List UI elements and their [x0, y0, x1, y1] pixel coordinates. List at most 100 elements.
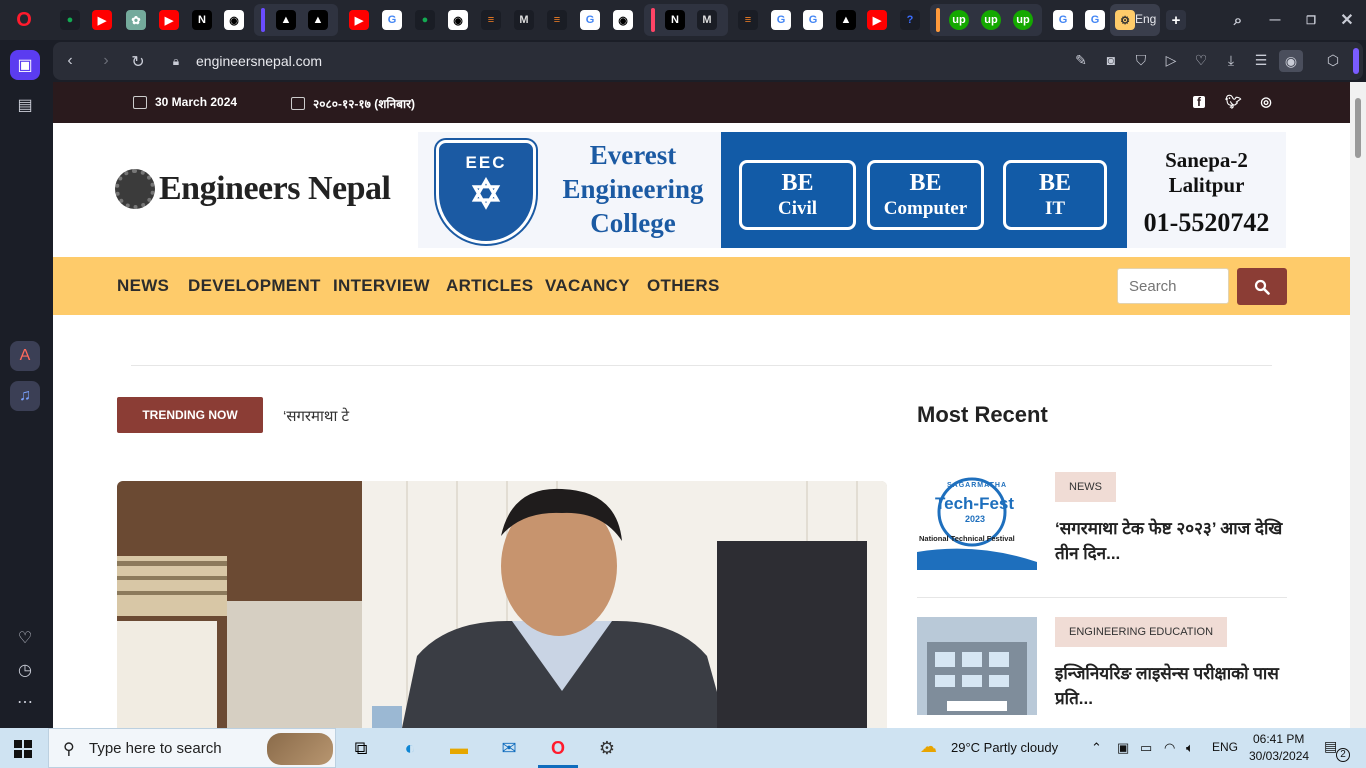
clock-time[interactable]: 06:41 PM — [1253, 732, 1304, 746]
windows-start-icon[interactable] — [14, 740, 32, 758]
url-box[interactable]: ‹ › ↻ 🔒︎ engineersnepal.com ✎ ◙ ⛉ ▷ ♡ ⤓ … — [53, 42, 1363, 80]
tab-mongodb-icon[interactable]: ● — [60, 10, 80, 30]
mail-icon[interactable]: ✉ — [494, 734, 524, 762]
task-view-icon[interactable]: ⧉ — [346, 734, 376, 762]
camera-icon[interactable]: ◙ — [1101, 52, 1121, 68]
nav-development[interactable]: DEVELOPMENT — [188, 276, 321, 296]
category-badge[interactable]: ENGINEERING EDUCATION — [1055, 617, 1228, 647]
tab-google-icon[interactable]: G — [1085, 10, 1105, 30]
featured-article-image[interactable] — [117, 481, 887, 728]
edge-icon[interactable]: ◐ — [395, 734, 425, 762]
tab-upwork-icon[interactable]: up — [949, 10, 969, 30]
send-icon[interactable]: ▷ — [1161, 52, 1181, 69]
clock-date[interactable]: 30/03/2024 — [1249, 749, 1309, 763]
extensions-cube-icon[interactable]: ⬡ — [1323, 52, 1343, 69]
recent-article-thumbnail[interactable]: SAGARMATHA Tech-Fest 2023 National Techn… — [917, 472, 1037, 570]
scrollbar-thumb[interactable] — [1355, 98, 1361, 158]
weather-icon[interactable]: ☁ — [920, 737, 937, 757]
tab-github-icon[interactable]: ◉ — [448, 10, 468, 30]
tab-medium-icon[interactable]: M — [514, 10, 534, 30]
tab-vercel-icon[interactable]: ▲ — [276, 10, 296, 30]
settings-icon[interactable]: ⚙ — [592, 734, 622, 762]
music-player-icon[interactable]: ♫ — [10, 381, 40, 411]
category-badge[interactable]: NEWS — [1055, 472, 1116, 502]
opera-logo-icon[interactable]: O — [14, 9, 34, 31]
tab-nextjs-icon[interactable]: N — [192, 10, 212, 30]
tab-google-icon[interactable]: G — [580, 10, 600, 30]
page-scrollbar[interactable] — [1350, 82, 1366, 728]
tab-stackoverflow-icon[interactable]: ≡ — [738, 10, 758, 30]
taskbar-search[interactable]: ⚲ Type here to search — [48, 728, 336, 768]
reload-icon[interactable]: ↻ — [128, 52, 148, 72]
nav-others[interactable]: OTHERS — [647, 276, 720, 296]
tab-github-icon[interactable]: ◉ — [224, 10, 244, 30]
volume-icon[interactable]: 🔈︎ — [1186, 740, 1194, 756]
tab-upwork-icon[interactable]: up — [1013, 10, 1033, 30]
download-icon[interactable]: ⤓ — [1221, 52, 1241, 69]
tab-youtube-icon[interactable]: ▶ — [92, 10, 112, 30]
trending-ticker[interactable]: ‘सगरमाथा टे — [283, 406, 363, 426]
tab-nextjs-icon[interactable]: N — [665, 10, 685, 30]
shield-icon[interactable]: ⛉ — [1131, 52, 1151, 69]
briefcase-icon[interactable]: ▤ — [10, 90, 40, 120]
tab-upwork-icon[interactable]: up — [981, 10, 1001, 30]
battery-icon[interactable]: ▭ — [1140, 740, 1152, 756]
opera-taskbar-icon[interactable]: O — [543, 734, 573, 762]
new-tab-icon[interactable]: + — [1166, 10, 1186, 30]
recent-article-thumbnail[interactable] — [917, 617, 1037, 715]
file-explorer-icon[interactable]: ▬ — [444, 734, 474, 762]
tab-youtube-icon[interactable]: ▶ — [349, 10, 369, 30]
active-tab-title[interactable]: Eng — [1135, 12, 1156, 26]
favorite-heart-icon[interactable]: ♡ — [1191, 52, 1211, 69]
recent-article[interactable]: ENGINEERING EDUCATION इन्जिनियरिङ लाइसेन… — [917, 617, 1287, 728]
recent-article[interactable]: SAGARMATHA Tech-Fest 2023 National Techn… — [917, 472, 1287, 582]
edit-icon[interactable]: ✎ — [1071, 52, 1091, 69]
back-icon[interactable]: ‹ — [60, 52, 80, 70]
nav-news[interactable]: NEWS — [117, 276, 169, 296]
tab-google-icon[interactable]: G — [771, 10, 791, 30]
tray-chevron-icon[interactable]: ⌃ — [1091, 740, 1102, 756]
network-icon[interactable]: ▣ — [1117, 740, 1129, 756]
instagram-icon[interactable]: ◎ — [1258, 94, 1274, 110]
tab-search-icon[interactable]: ⌕ — [1228, 10, 1248, 30]
tab-vercel-icon[interactable]: ▲ — [836, 10, 856, 30]
recent-headline[interactable]: ‘सगरमाथा टेक फेष्ट २०२३’ आज देखि तीन दिन… — [1055, 516, 1295, 566]
tab-mongodb-icon[interactable]: ● — [415, 10, 435, 30]
forward-icon[interactable]: › — [96, 52, 116, 70]
sidebar-toggle[interactable] — [1353, 48, 1359, 74]
tab-stackoverflow-icon[interactable]: ≡ — [547, 10, 567, 30]
history-icon[interactable]: ◷ — [10, 655, 40, 685]
easy-setup-icon[interactable]: ☰ — [1251, 52, 1271, 69]
tab-youtube-icon[interactable]: ▶ — [867, 10, 887, 30]
tab-stackoverflow-icon[interactable]: ≡ — [481, 10, 501, 30]
nav-articles[interactable]: ARTICLES — [446, 276, 533, 296]
tab-github-icon[interactable]: ◉ — [613, 10, 633, 30]
tab-chatgpt-icon[interactable]: ✿ — [126, 10, 146, 30]
minimize-icon[interactable]: — — [1265, 10, 1285, 30]
advertisement-banner[interactable]: EEC ✡ Everest Engineering College BE Civ… — [418, 132, 1286, 248]
more-icon[interactable]: ⋯ — [10, 687, 40, 717]
twitter-icon[interactable]: 🐦︎ — [1225, 94, 1242, 110]
search-button[interactable] — [1237, 268, 1287, 305]
tab-youtube-icon[interactable]: ▶ — [159, 10, 179, 30]
tab-medium-icon[interactable]: M — [697, 10, 717, 30]
site-logo[interactable]: Engineers Nepal — [115, 169, 391, 209]
facebook-icon[interactable]: f — [1193, 96, 1205, 109]
url-text[interactable]: engineersnepal.com — [196, 53, 322, 69]
restore-icon[interactable]: ❐ — [1301, 10, 1321, 30]
language-indicator[interactable]: ENG — [1212, 740, 1238, 754]
tab-azure-icon[interactable]: ? — [900, 10, 920, 30]
close-window-icon[interactable]: ✕ — [1337, 10, 1357, 30]
tab-vercel-icon[interactable]: ▲ — [308, 10, 328, 30]
tab-google-icon[interactable]: G — [382, 10, 402, 30]
aria-ai-icon[interactable]: A — [10, 341, 40, 371]
tab-google-icon[interactable]: G — [1053, 10, 1073, 30]
profile-icon[interactable]: ◉ — [1279, 50, 1303, 72]
nav-vacancy[interactable]: VACANCY — [545, 276, 630, 296]
weather-text[interactable]: 29°C Partly cloudy — [951, 740, 1058, 755]
recent-headline[interactable]: इन्जिनियरिङ लाइसेन्स परीक्षाको पास प्रति… — [1055, 661, 1295, 711]
nav-interview[interactable]: INTERVIEW — [333, 276, 430, 296]
search-input[interactable] — [1117, 268, 1229, 304]
heart-icon[interactable]: ♡ — [10, 623, 40, 653]
shopping-bag-icon[interactable]: ▣ — [10, 50, 40, 80]
